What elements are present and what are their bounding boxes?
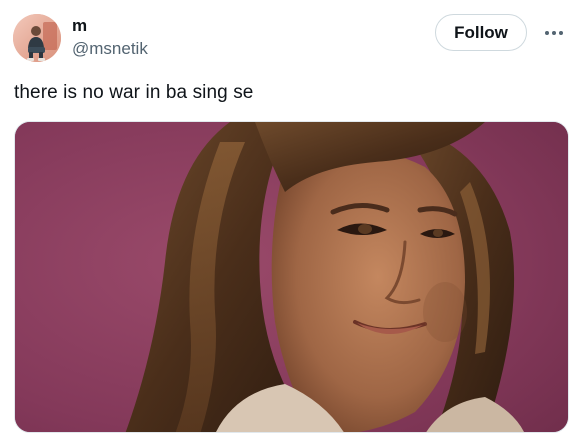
avatar[interactable]: [13, 14, 61, 62]
tweet-card: m @msnetik Follow there is no war in ba …: [0, 0, 584, 443]
tweet-text: there is no war in ba sing se: [14, 82, 254, 103]
author-display-name[interactable]: m: [72, 16, 87, 36]
avatar-image: [13, 14, 61, 62]
tweet-media-image[interactable]: [14, 121, 569, 433]
more-options-button[interactable]: [540, 22, 568, 44]
media-photo: [15, 122, 568, 432]
more-horizontal-icon: [545, 31, 563, 35]
follow-button[interactable]: Follow: [435, 14, 527, 51]
author-handle[interactable]: @msnetik: [72, 39, 148, 59]
